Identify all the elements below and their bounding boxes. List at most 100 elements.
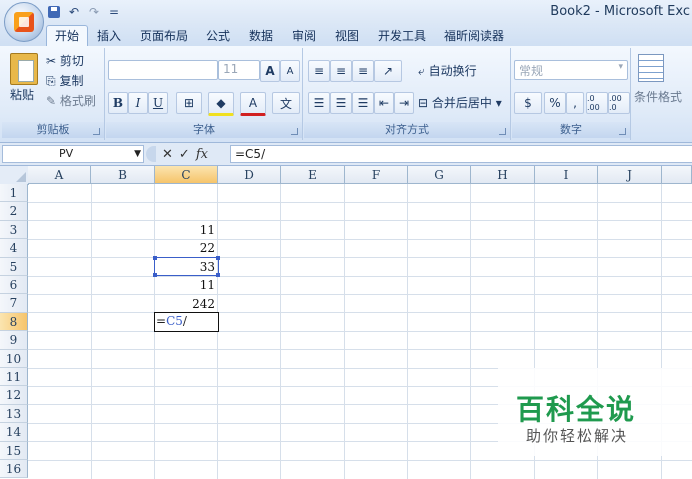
row-header-16[interactable]: 16 [0, 460, 28, 479]
align-left-button[interactable]: ☰ [308, 92, 330, 114]
column-header-j[interactable]: J [598, 166, 662, 184]
row-header-6[interactable]: 6 [0, 276, 28, 295]
tab-page-layout[interactable]: 页面布局 [140, 26, 188, 46]
cut-label: 剪切 [59, 54, 84, 68]
tab-formulas[interactable]: 公式 [206, 26, 230, 46]
conditional-format-button[interactable]: 条件格式 [634, 88, 682, 105]
cell-c6[interactable]: 11 [155, 276, 218, 294]
column-header-e[interactable]: E [281, 166, 345, 184]
formula-input[interactable]: =C5/ [230, 145, 692, 163]
align-top-button[interactable]: ≡ [308, 60, 330, 82]
row-header-4[interactable]: 4 [0, 239, 28, 258]
office-button[interactable] [4, 2, 44, 42]
paste-icon[interactable] [10, 53, 38, 85]
column-header-f[interactable]: F [345, 166, 408, 184]
comma-button[interactable]: , [566, 92, 584, 114]
column-header-c[interactable]: C [155, 166, 218, 184]
column-header-i[interactable]: I [535, 166, 598, 184]
font-color-button[interactable]: A [240, 92, 266, 116]
format-painter-label: 格式刷 [59, 94, 96, 108]
save-icon [48, 6, 60, 18]
column-header-d[interactable]: D [218, 166, 281, 184]
name-box-value: PV [59, 147, 74, 160]
row-header-12[interactable]: 12 [0, 386, 28, 405]
increase-decimal-button[interactable]: .0 .00 [586, 92, 608, 114]
column-header-h[interactable]: H [471, 166, 535, 184]
clipboard-group-label: 剪贴板 [2, 122, 104, 138]
row-header-7[interactable]: 7 [0, 294, 28, 313]
paste-button[interactable]: 粘贴 [10, 86, 34, 103]
cell-c8-editor[interactable]: =C5/ [154, 311, 219, 332]
tab-developer[interactable]: 开发工具 [378, 26, 426, 46]
tab-review[interactable]: 审阅 [292, 26, 316, 46]
currency-button[interactable]: $ [514, 92, 542, 114]
row-header-9[interactable]: 9 [0, 331, 28, 350]
save-button[interactable] [46, 4, 62, 20]
clipboard-launcher-icon[interactable] [93, 128, 100, 135]
shrink-font-button[interactable]: A [280, 60, 300, 82]
bold-button[interactable]: B [108, 92, 128, 114]
row-header-14[interactable]: 14 [0, 423, 28, 442]
tab-view[interactable]: 视图 [335, 26, 359, 46]
column-header-a[interactable]: A [28, 166, 91, 184]
format-painter-button[interactable]: ✎ 格式刷 [46, 92, 96, 109]
cell-c5[interactable]: 33 [155, 258, 218, 276]
decrease-decimal-button[interactable]: .00 .0 [608, 92, 630, 114]
underline-button[interactable]: U [148, 92, 168, 114]
row-header-3[interactable]: 3 [0, 220, 28, 240]
row-header-10[interactable]: 10 [0, 349, 28, 368]
align-center-button[interactable]: ☰ [330, 92, 352, 114]
tab-foxit-reader[interactable]: 福昕阅读器 [444, 26, 504, 46]
percent-button[interactable]: % [544, 92, 566, 114]
undo-button[interactable]: ↶ [66, 4, 82, 20]
redo-button[interactable]: ↷ [86, 4, 102, 20]
number-format-select[interactable]: 常规 ▾ [514, 60, 628, 80]
row-header-2[interactable]: 2 [0, 202, 28, 221]
cancel-button[interactable]: ✕ [162, 147, 173, 162]
copy-icon: ⎘ [46, 74, 56, 88]
tab-insert[interactable]: 插入 [97, 26, 121, 46]
formula-prefix: = [156, 313, 167, 328]
alignment-launcher-icon[interactable] [499, 128, 506, 135]
copy-button[interactable]: ⎘ 复制 [46, 72, 83, 89]
grow-font-button[interactable]: A [260, 60, 280, 82]
insert-function-button[interactable]: fx [196, 147, 208, 162]
number-launcher-icon[interactable] [619, 128, 626, 135]
cell-c3[interactable]: 11 [155, 221, 218, 239]
cell-c4[interactable]: 22 [155, 239, 218, 257]
column-header-g[interactable]: G [408, 166, 471, 184]
increase-indent-icon: ⇥ [398, 96, 410, 110]
row-header-15[interactable]: 15 [0, 441, 28, 460]
row-header-11[interactable]: 11 [0, 368, 28, 387]
tab-data[interactable]: 数据 [249, 26, 273, 46]
column-header-k[interactable] [662, 166, 692, 184]
font-size-select[interactable]: 11 [218, 60, 260, 80]
select-all-button[interactable] [0, 166, 29, 185]
borders-button[interactable]: ⊞ [176, 92, 202, 114]
align-bottom-button[interactable]: ≡ [352, 60, 374, 82]
customize-qat-button[interactable]: = [106, 4, 122, 20]
font-launcher-icon[interactable] [291, 128, 298, 135]
align-middle-button[interactable]: ≡ [330, 60, 352, 82]
row-header-8[interactable]: 8 [0, 312, 28, 332]
confirm-button[interactable]: ✓ [179, 147, 190, 162]
row-header-13[interactable]: 13 [0, 404, 28, 424]
decrease-indent-button[interactable]: ⇤ [374, 92, 394, 114]
align-right-button[interactable]: ☰ [352, 92, 374, 114]
fill-color-button[interactable]: ◆ [208, 92, 234, 116]
font-name-select[interactable] [108, 60, 218, 80]
merge-center-button[interactable]: ⊟ 合并后居中 ▾ [418, 94, 502, 111]
cut-button[interactable]: ✂ 剪切 [46, 52, 84, 69]
wrap-text-button[interactable]: ⤶ 自动换行 [418, 62, 477, 79]
column-header-b[interactable]: B [91, 166, 155, 184]
phonetic-button[interactable]: 文 [272, 92, 300, 114]
cell-c7[interactable]: 242 [155, 295, 218, 313]
italic-button[interactable]: I [128, 92, 148, 114]
increase-indent-button[interactable]: ⇥ [394, 92, 414, 114]
tab-home[interactable]: 开始 [46, 25, 89, 46]
row-header-5[interactable]: 5 [0, 257, 28, 276]
name-box[interactable]: PV ▼ [2, 145, 144, 163]
orientation-button[interactable]: ↗ [374, 60, 402, 82]
row-header-1[interactable]: 1 [0, 184, 28, 203]
merge-icon: ⊟ [418, 96, 429, 110]
